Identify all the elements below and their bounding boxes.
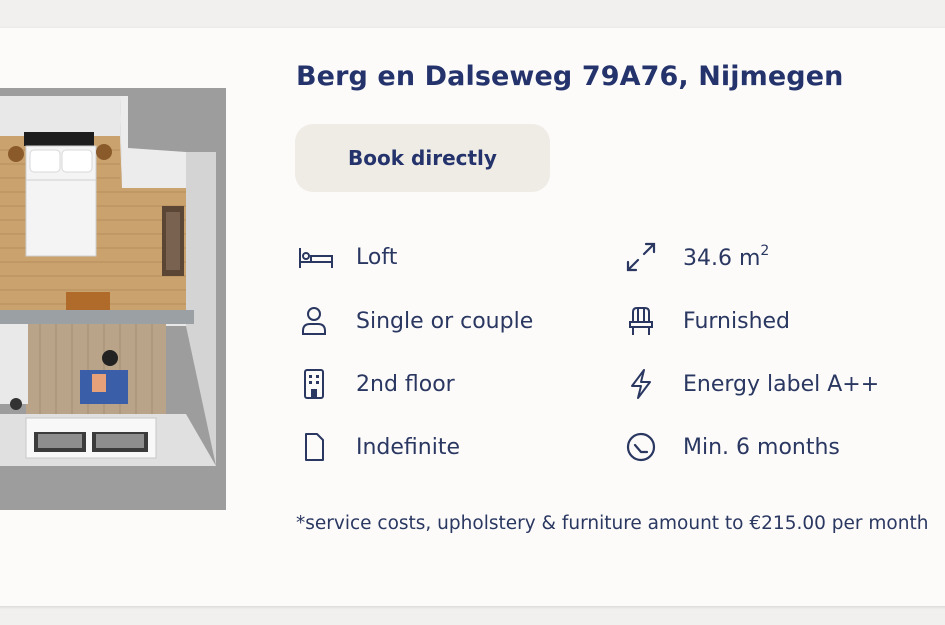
feature-occupancy: Single or couple xyxy=(297,301,533,341)
feature-occupancy-label: Single or couple xyxy=(356,308,534,334)
lightning-icon xyxy=(624,364,664,404)
feature-floor-label: 2nd floor xyxy=(356,371,455,397)
feature-size: 34.6 m2 xyxy=(624,237,769,277)
document-icon xyxy=(297,427,337,467)
feature-furnishing: Furnished xyxy=(624,301,790,341)
floorplan-image[interactable] xyxy=(0,88,226,510)
service-costs-footnote: *service costs, upholstery & furniture a… xyxy=(296,513,929,534)
feature-energy-label: Energy label A++ xyxy=(683,371,880,397)
expand-arrows-icon xyxy=(624,237,664,277)
feature-type-label: Loft xyxy=(356,244,398,270)
feature-floor: 2nd floor xyxy=(297,364,455,404)
feature-energy: Energy label A++ xyxy=(624,364,879,404)
feature-minimum-stay-label: Min. 6 months xyxy=(683,434,840,460)
size-value: 34.6 m xyxy=(683,246,761,271)
feature-minimum-stay: Min. 6 months xyxy=(624,427,840,467)
feature-type: Loft xyxy=(297,237,397,277)
person-icon xyxy=(297,301,337,341)
chair-icon xyxy=(624,301,664,341)
feature-contract-label: Indefinite xyxy=(356,434,461,460)
listing-title: Berg en Dalseweg 79A76, Nijmegen xyxy=(296,61,844,92)
bed-icon xyxy=(297,237,337,277)
size-unit-superscript: 2 xyxy=(760,243,770,259)
book-directly-button[interactable]: Book directly xyxy=(295,124,550,192)
feature-size-label: 34.6 m2 xyxy=(683,243,769,271)
feature-furnishing-label: Furnished xyxy=(683,308,791,334)
building-icon xyxy=(297,364,337,404)
clock-icon xyxy=(624,427,664,467)
feature-contract: Indefinite xyxy=(297,427,460,467)
